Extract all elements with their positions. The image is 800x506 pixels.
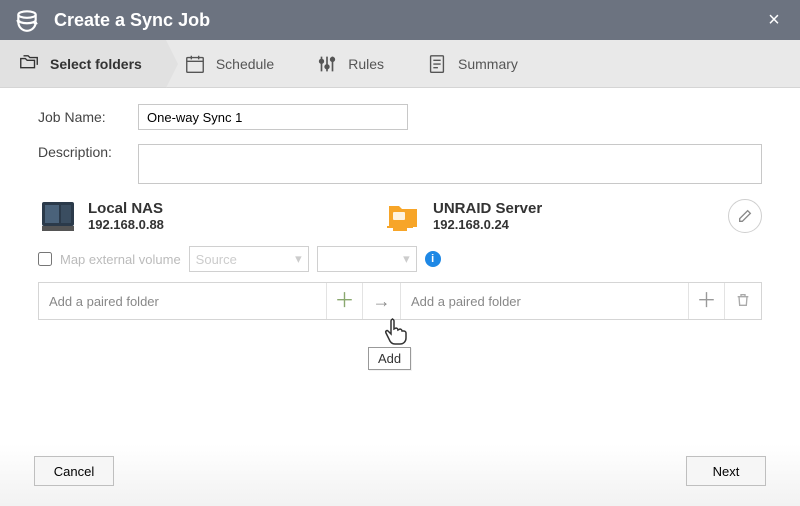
- paired-folder-table: Add a paired folder ＋ → Add a paired fol…: [38, 282, 762, 320]
- cursor-icon: [383, 316, 409, 351]
- endpoint-dest-name: UNRAID Server: [433, 200, 542, 217]
- add-dest-folder-button[interactable]: ＋: [689, 283, 725, 319]
- endpoint-dest-addr: 192.168.0.24: [433, 217, 542, 232]
- description-row: Description:: [38, 144, 762, 184]
- endpoint-source: Local NAS 192.168.0.88: [38, 198, 383, 234]
- chevron-down-icon: ▾: [295, 251, 302, 267]
- step-schedule[interactable]: Schedule: [166, 40, 298, 87]
- step-summary[interactable]: Summary: [408, 40, 542, 87]
- map-source-dropdown[interactable]: Source ▾: [189, 246, 309, 272]
- close-button[interactable]: ×: [762, 9, 786, 32]
- plus-icon: ＋: [697, 291, 717, 311]
- footer: Cancel Next: [0, 444, 800, 506]
- map-external-label: Map external volume: [60, 252, 181, 267]
- summary-icon: [426, 53, 448, 75]
- direction-arrow: →: [363, 283, 401, 319]
- job-name-label: Job Name:: [38, 109, 138, 125]
- step-rules[interactable]: Rules: [298, 40, 408, 87]
- description-label: Description:: [38, 144, 138, 160]
- delete-pair-button[interactable]: [725, 283, 761, 319]
- chevron-down-icon: ▾: [403, 251, 410, 267]
- trash-icon: [735, 292, 751, 311]
- folders-icon: [18, 53, 40, 75]
- step-label: Schedule: [216, 56, 274, 72]
- job-name-input[interactable]: [138, 104, 408, 130]
- title-bar: Create a Sync Job ×: [0, 0, 800, 40]
- calendar-icon: [184, 53, 206, 75]
- info-icon[interactable]: i: [425, 251, 441, 267]
- pair-dest-placeholder: Add a paired folder: [411, 294, 521, 309]
- edit-endpoint-button[interactable]: [728, 199, 762, 233]
- endpoint-dest: UNRAID Server 192.168.0.24: [383, 198, 728, 234]
- endpoints-row: Local NAS 192.168.0.88 UNRAID Server 192…: [38, 198, 762, 234]
- endpoint-source-addr: 192.168.0.88: [88, 217, 164, 232]
- step-label: Rules: [348, 56, 384, 72]
- server-folder-icon: [383, 198, 423, 234]
- form-area: Job Name: Description: Local NAS 192.168…: [0, 88, 800, 320]
- arrow-right-icon: →: [373, 291, 391, 312]
- job-name-row: Job Name:: [38, 104, 762, 130]
- description-input[interactable]: [138, 144, 762, 184]
- endpoint-source-name: Local NAS: [88, 200, 164, 217]
- pencil-icon: [737, 208, 753, 224]
- map-external-row: Map external volume Source ▾ ▾ i: [38, 246, 762, 272]
- pair-source-placeholder: Add a paired folder: [49, 294, 159, 309]
- map-source-placeholder: Source: [196, 252, 237, 267]
- sync-app-icon: [14, 7, 40, 33]
- pair-source-cell[interactable]: Add a paired folder: [39, 283, 327, 319]
- map-external-checkbox[interactable]: [38, 252, 52, 266]
- nas-icon: [38, 198, 78, 234]
- cancel-button[interactable]: Cancel: [34, 456, 114, 486]
- next-button[interactable]: Next: [686, 456, 766, 486]
- add-tooltip: Add: [368, 347, 411, 370]
- step-select-folders[interactable]: Select folders: [0, 40, 166, 87]
- step-bar: Select folders Schedule Rules Summary: [0, 40, 800, 88]
- plus-icon: ＋: [335, 291, 355, 311]
- add-source-folder-button[interactable]: ＋: [327, 283, 363, 319]
- step-label: Select folders: [50, 56, 142, 72]
- map-target-dropdown[interactable]: ▾: [317, 246, 417, 272]
- window-title: Create a Sync Job: [54, 10, 762, 31]
- step-label: Summary: [458, 56, 518, 72]
- pair-dest-cell[interactable]: Add a paired folder: [401, 283, 689, 319]
- sliders-icon: [316, 53, 338, 75]
